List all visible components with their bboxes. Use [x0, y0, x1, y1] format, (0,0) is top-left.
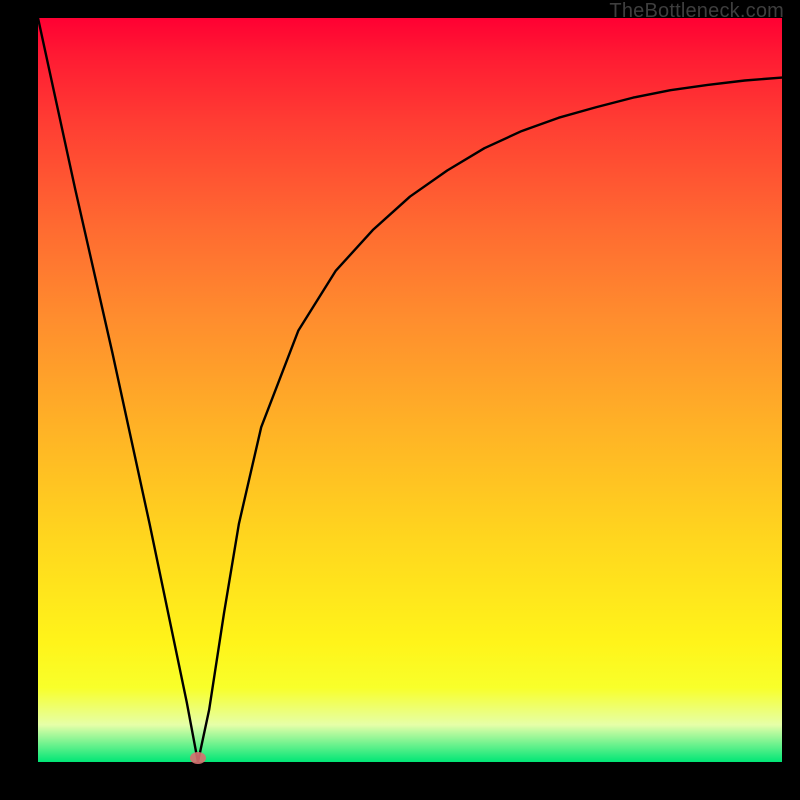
- plot-area: [38, 18, 782, 762]
- bottleneck-curve: [38, 18, 782, 762]
- chart-svg: [38, 18, 782, 762]
- trough-marker: [190, 752, 206, 764]
- watermark-text: TheBottleneck.com: [609, 0, 784, 23]
- chart-frame: TheBottleneck.com: [0, 0, 800, 800]
